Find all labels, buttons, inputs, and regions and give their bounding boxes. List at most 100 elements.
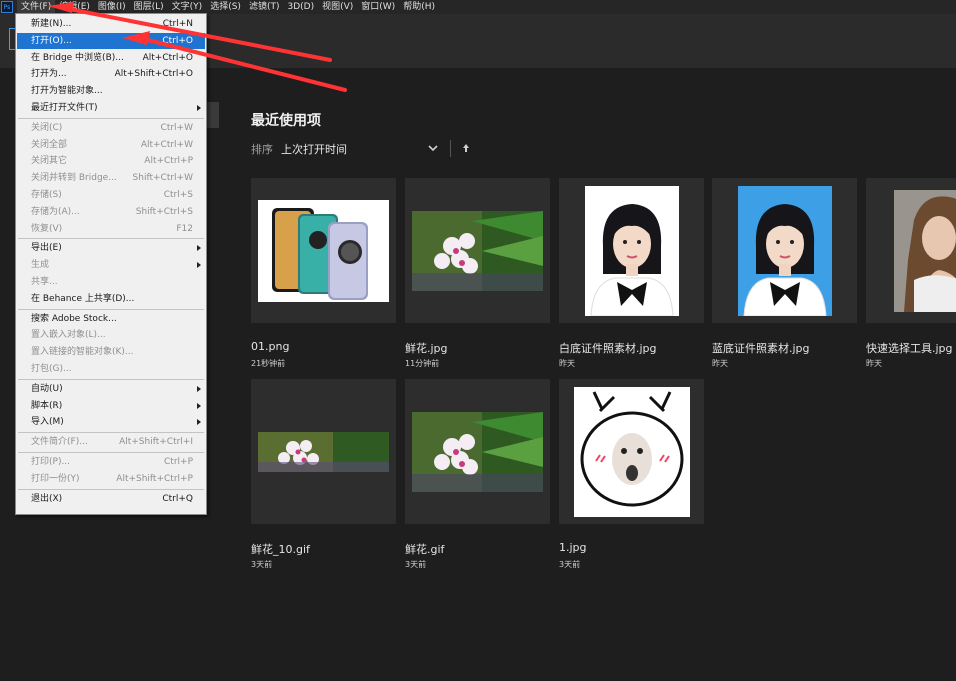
menu-separator — [18, 238, 204, 240]
menu-item-label: 新建(N)... — [31, 19, 72, 29]
menu-item-label: 打印(P)... — [31, 457, 71, 467]
photoshop-logo-icon[interactable]: Ps — [1, 1, 13, 13]
menu-文字[interactable]: 文字(Y) — [168, 0, 207, 14]
file-time: 21秒钟前 — [251, 359, 286, 368]
sort-order-arrow-icon[interactable] — [462, 143, 470, 153]
menu-item-导入[interactable]: 导入(M) — [17, 414, 205, 430]
menu-item-在-bridge-中浏览[interactable]: 在 Bridge 中浏览(B)... Alt+Ctrl+O — [17, 50, 205, 66]
menu-选择[interactable]: 选择(S) — [206, 0, 245, 14]
file-name[interactable]: 01.png — [251, 340, 289, 353]
menu-item-打开为智能对象[interactable]: 打开为智能对象... — [17, 83, 205, 99]
menu-视图[interactable]: 视图(V) — [318, 0, 357, 14]
menu-item-label: 在 Behance 上共享(D)... — [31, 293, 135, 304]
menu-item-label: 自动(U) — [31, 383, 63, 394]
menu-编辑[interactable]: 编辑(E) — [55, 0, 94, 14]
menu-滤镜[interactable]: 滤镜(T) — [245, 0, 284, 14]
file-thumbnail — [585, 186, 679, 320]
recent-file-card[interactable] — [866, 178, 956, 323]
menu-item-退出[interactable]: 退出(X) Ctrl+Q — [17, 491, 205, 507]
menu-item-在-behance-上共享[interactable]: 在 Behance 上共享(D)... — [17, 291, 205, 307]
menu-item-label: 打开为... — [31, 69, 67, 80]
menu-图像[interactable]: 图像(I) — [94, 0, 130, 14]
file-name[interactable]: 鲜花.jpg — [405, 340, 448, 356]
menu-item-打开为[interactable]: 打开为... Alt+Shift+Ctrl+O — [17, 66, 205, 82]
menu-item-shortcut: Alt+Shift+Ctrl+P — [116, 473, 193, 484]
file-name[interactable]: 白底证件照素材.jpg — [559, 340, 657, 356]
file-time: 11分钟前 — [405, 359, 440, 368]
submenu-arrow-icon — [197, 402, 201, 409]
menu-separator — [18, 378, 204, 380]
file-time: 昨天 — [866, 359, 882, 368]
menu-item-shortcut: Ctrl+S — [163, 190, 193, 200]
menu-帮助[interactable]: 帮助(H) — [399, 0, 439, 14]
menu-item-label: 打印一份(Y) — [31, 473, 80, 484]
menu-item-自动[interactable]: 自动(U) — [17, 381, 205, 397]
recent-file-card[interactable] — [559, 379, 704, 524]
file-menu-dropdown: 新建(N)... Ctrl+N 打开(O)... Ctrl+O 在 Bridge 中浏览… — [15, 13, 207, 515]
recent-file-card[interactable] — [559, 178, 704, 323]
menu-窗口[interactable]: 窗口(W) — [357, 0, 399, 14]
menu-item-label: 打包(G)... — [31, 364, 72, 374]
menu-item-label: 关闭并转到 Bridge... — [31, 173, 117, 184]
menu-separator — [18, 432, 204, 434]
menu-item-label: 生成 — [31, 260, 50, 271]
menu-item-关闭其它: 关闭其它 Alt+Ctrl+P — [17, 153, 205, 169]
menu-item-shortcut: Shift+Ctrl+S — [135, 206, 193, 217]
menu-item-label: 打开为智能对象... — [31, 86, 103, 97]
menu-item-label: 文件简介(F)... — [31, 437, 88, 448]
menu-图层[interactable]: 图层(L) — [130, 0, 168, 14]
file-name[interactable]: 蓝底证件照素材.jpg — [712, 340, 810, 356]
menu-item-label: 关闭全部 — [31, 139, 68, 150]
submenu-arrow-icon — [197, 419, 201, 426]
menu-item-搜索-adobe-stock[interactable]: 搜索 Adobe Stock... — [17, 311, 205, 327]
submenu-arrow-icon — [197, 262, 201, 269]
file-thumbnail — [412, 412, 543, 496]
menu-item-置入嵌入对象: 置入嵌入对象(L)... — [17, 327, 205, 343]
menu-item-shortcut: Alt+Shift+Ctrl+I — [119, 437, 193, 448]
menu-item-关闭: 关闭(C) Ctrl+W — [17, 120, 205, 136]
sort-dropdown[interactable]: 上次打开时间 — [281, 141, 347, 157]
recent-file-card[interactable] — [251, 379, 396, 524]
menu-separator — [18, 488, 204, 490]
menu-bar: Ps 文件(F) 编辑(E) 图像(I) 图层(L) 文字(Y) 选择(S) 滤镜(T) 3D… — [0, 0, 956, 14]
menu-item-shortcut: Ctrl+W — [160, 122, 193, 133]
menu-item-生成: 生成 — [17, 257, 205, 273]
menu-item-打印: 打印(P)... Ctrl+P — [17, 454, 205, 470]
menu-separator — [18, 117, 204, 119]
submenu-arrow-icon — [197, 245, 201, 252]
menu-item-shortcut: Ctrl+N — [162, 19, 193, 29]
chevron-down-icon[interactable] — [428, 143, 438, 153]
menu-item-label: 导入(M) — [31, 417, 64, 428]
menu-item-label: 恢复(V) — [31, 223, 63, 234]
menu-item-打印一份: 打印一份(Y) Alt+Shift+Ctrl+P — [17, 471, 205, 487]
menu-item-脚本[interactable]: 脚本(R) — [17, 398, 205, 414]
menu-item-存储: 存储(S) Ctrl+S — [17, 187, 205, 203]
menu-item-最近打开文件[interactable]: 最近打开文件(T) — [17, 100, 205, 116]
recent-file-card[interactable] — [405, 379, 550, 524]
recent-file-card[interactable] — [251, 178, 396, 323]
file-name[interactable]: 鲜花.gif — [405, 541, 444, 557]
menu-item-label: 置入嵌入对象(L)... — [31, 330, 106, 341]
file-name[interactable]: 1.jpg — [559, 541, 587, 554]
menu-item-导出[interactable]: 导出(E) — [17, 240, 205, 256]
recent-file-card[interactable] — [405, 178, 550, 323]
left-panel-button[interactable] — [207, 102, 219, 128]
recent-file-card[interactable] — [712, 178, 857, 323]
file-name[interactable]: 快速选择工具.jpg — [866, 340, 953, 356]
menu-item-文件简介: 文件简介(F)... Alt+Shift+Ctrl+I — [17, 434, 205, 450]
submenu-arrow-icon — [197, 385, 201, 392]
menu-item-打开[interactable]: 打开(O)... Ctrl+O — [17, 32, 205, 49]
menu-item-关闭全部: 关闭全部 Alt+Ctrl+W — [17, 137, 205, 153]
file-thumbnail — [412, 211, 543, 295]
file-thumbnail — [258, 432, 389, 476]
menu-item-新建[interactable]: 新建(N)... Ctrl+N — [17, 16, 205, 32]
file-name[interactable]: 鲜花_10.gif — [251, 541, 310, 557]
menu-separator — [18, 308, 204, 310]
menu-item-恢复: 恢复(V) F12 — [17, 221, 205, 237]
menu-item-共享: 共享... — [17, 274, 205, 290]
menu-3d[interactable]: 3D(D) — [283, 0, 318, 14]
menu-item-shortcut: Ctrl+O — [162, 35, 193, 46]
menu-文件[interactable]: 文件(F) — [17, 0, 56, 14]
submenu-arrow-icon — [197, 105, 201, 111]
menu-item-shortcut: Alt+Ctrl+O — [142, 52, 193, 63]
